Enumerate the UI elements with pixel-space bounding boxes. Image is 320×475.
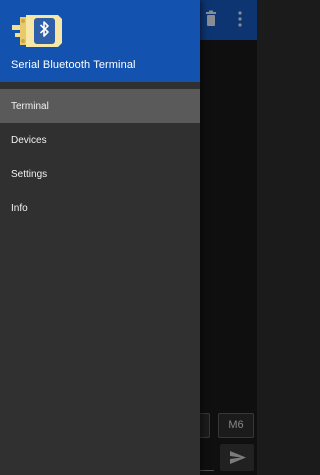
navigation-drawer: Serial Bluetooth Terminal Terminal Devic… — [0, 0, 200, 475]
drawer-item-label: Settings — [11, 168, 48, 180]
drawer-menu: Terminal Devices Settings Info — [0, 89, 200, 225]
drawer-header: Serial Bluetooth Terminal — [0, 0, 200, 82]
drawer-item-devices[interactable]: Devices — [0, 123, 200, 157]
drawer-item-label: Terminal — [11, 100, 49, 112]
drawer-item-info[interactable]: Info — [0, 191, 200, 225]
drawer-item-settings[interactable]: Settings — [0, 157, 200, 191]
drawer-item-label: Devices — [11, 134, 47, 146]
drawer-item-label: Info — [11, 202, 28, 214]
bluetooth-serial-connector-icon — [12, 15, 62, 47]
drawer-item-terminal[interactable]: Terminal — [0, 89, 200, 123]
drawer-title: Serial Bluetooth Terminal — [11, 59, 136, 71]
